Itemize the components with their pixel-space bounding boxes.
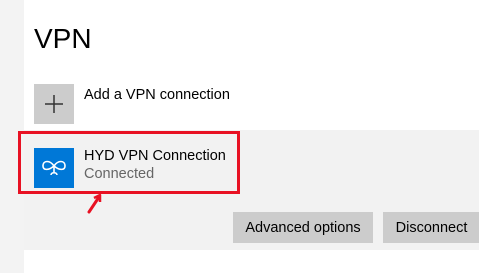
plus-icon bbox=[45, 95, 63, 113]
add-vpn-connection-label: Add a VPN connection bbox=[84, 87, 230, 103]
vpn-icon-tile bbox=[34, 148, 74, 188]
vpn-settings-panel: VPN Add a VPN connection HYD VPN Connect… bbox=[24, 0, 479, 273]
vpn-link-icon bbox=[42, 160, 66, 176]
disconnect-button[interactable]: Disconnect bbox=[383, 212, 479, 243]
vpn-connection-status: Connected bbox=[84, 166, 155, 182]
vpn-connection-name: HYD VPN Connection bbox=[84, 148, 226, 164]
page-title: VPN bbox=[34, 23, 92, 54]
plus-icon-tile bbox=[34, 84, 74, 124]
advanced-options-button[interactable]: Advanced options bbox=[233, 212, 373, 243]
settings-nav-edge bbox=[0, 0, 24, 273]
add-vpn-connection-button[interactable]: Add a VPN connection bbox=[34, 84, 334, 124]
